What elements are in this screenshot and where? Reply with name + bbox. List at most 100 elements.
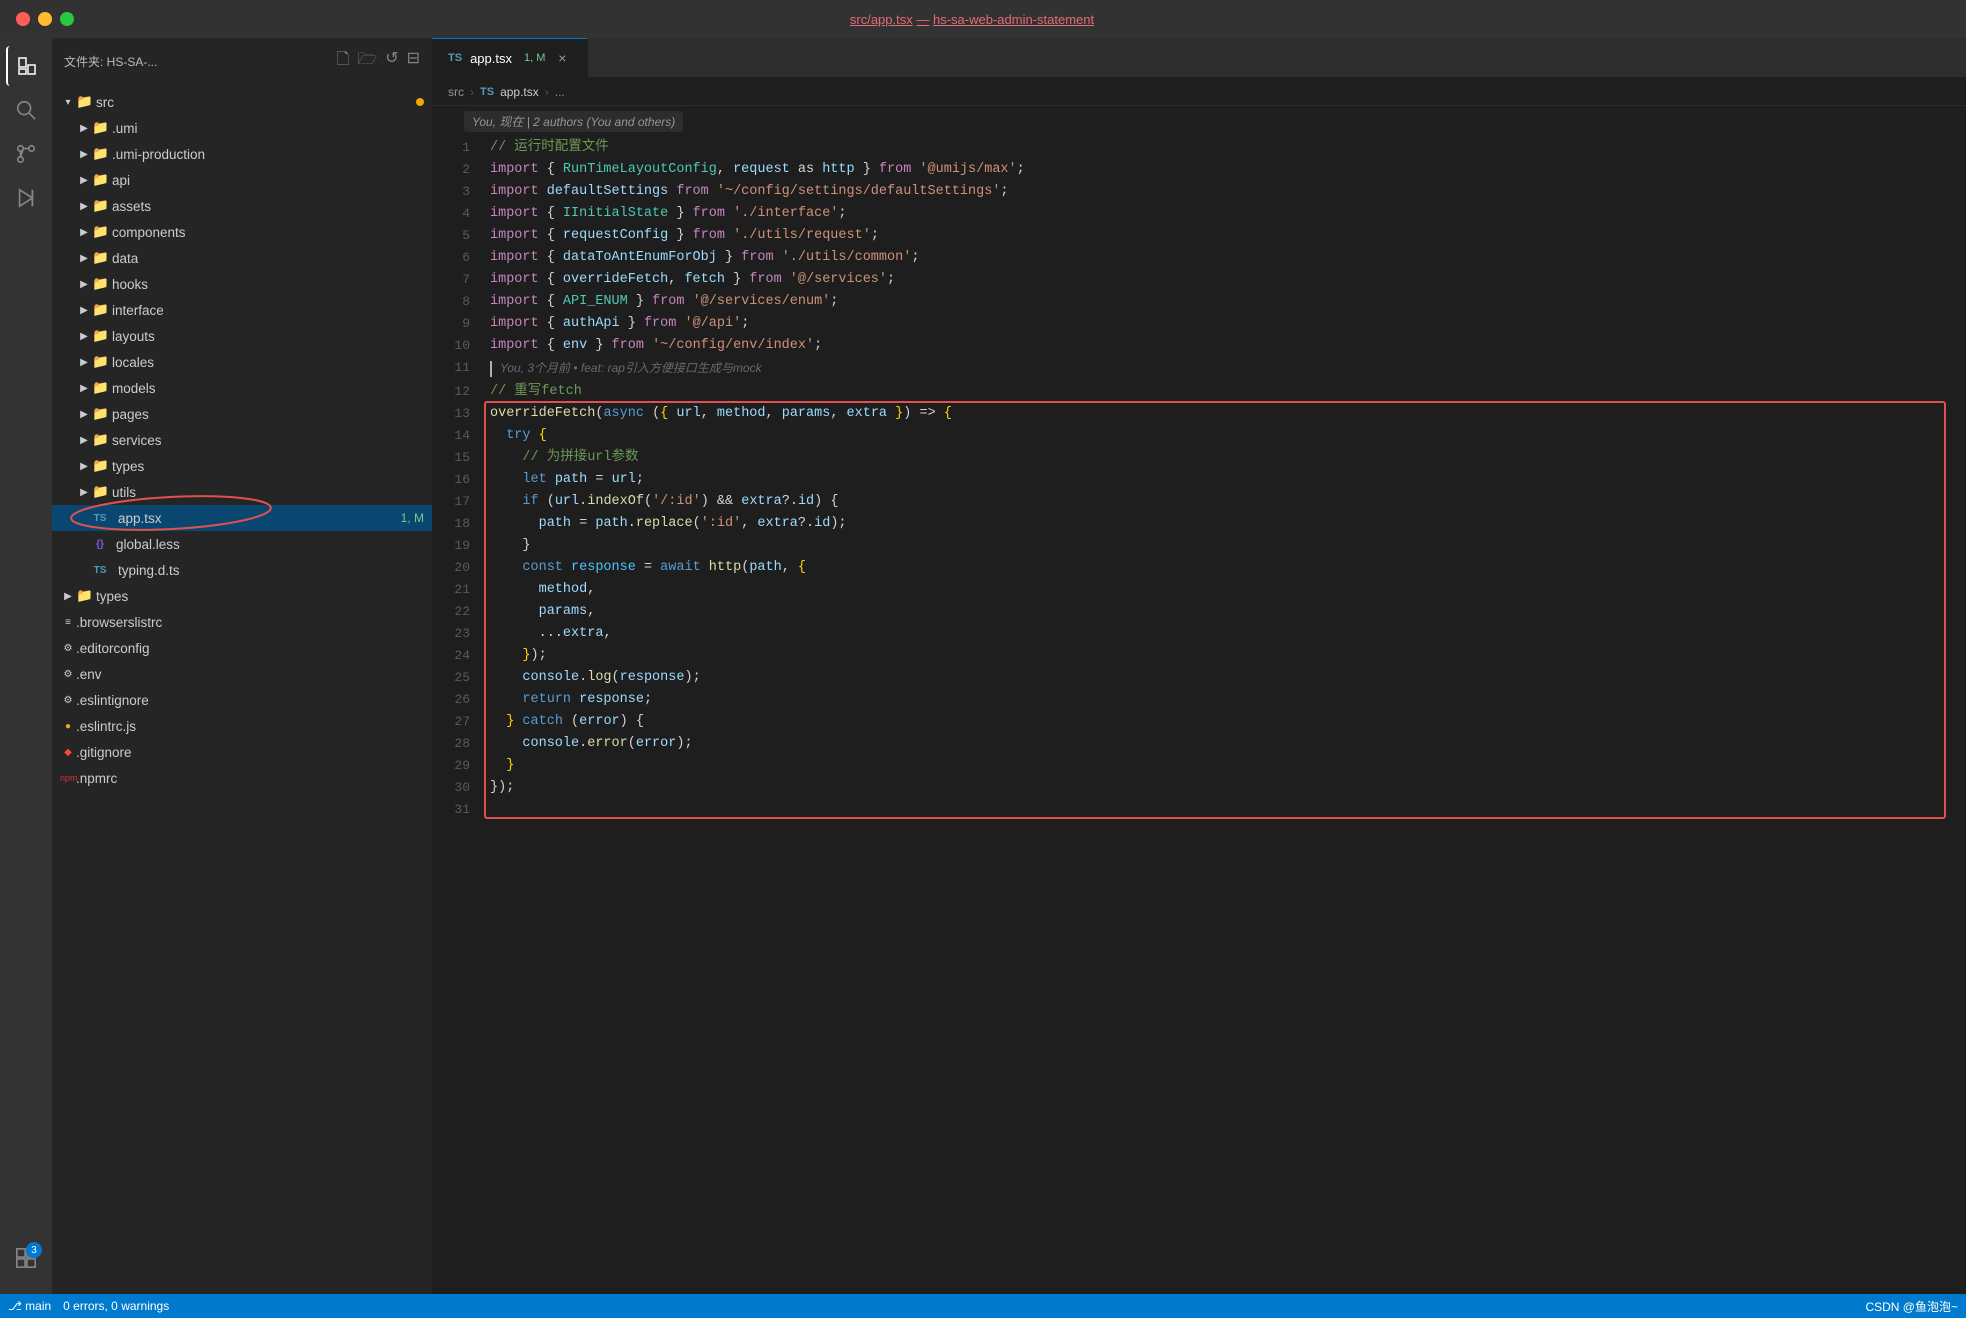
line-content[interactable]: console.error(error);	[482, 733, 1966, 755]
line-content[interactable]: path = path.replace(':id', extra?.id);	[482, 513, 1966, 535]
minimize-button[interactable]	[38, 12, 52, 26]
tree-item-editorconfig[interactable]: ⚙ .editorconfig	[52, 635, 432, 661]
line-number: 6	[432, 247, 482, 269]
line-content[interactable]: }	[482, 755, 1966, 777]
tree-item-data[interactable]: ▶ 📁 data	[52, 245, 432, 271]
maximize-button[interactable]	[60, 12, 74, 26]
line-content[interactable]: import { IInitialState } from './interfa…	[482, 203, 1966, 225]
line-number: 24	[432, 645, 482, 667]
tree-item-hooks[interactable]: ▶ 📁 hooks	[52, 271, 432, 297]
tree-item-umi[interactable]: ▶ 📁 .umi	[52, 115, 432, 141]
line-content[interactable]: });	[482, 645, 1966, 667]
line-content[interactable]: });	[482, 777, 1966, 799]
line-content[interactable]: import defaultSettings from '~/config/se…	[482, 181, 1966, 203]
close-button[interactable]	[16, 12, 30, 26]
line-content[interactable]: import { API_ENUM } from '@/services/enu…	[482, 291, 1966, 313]
folder-icon-layouts: 📁	[92, 328, 108, 344]
line-content[interactable]: import { RunTimeLayoutConfig, request as…	[482, 159, 1966, 181]
line-content[interactable]: if (url.indexOf('/:id') && extra?.id) {	[482, 491, 1966, 513]
activity-explorer[interactable]	[6, 46, 46, 86]
line-content[interactable]: // 重写fetch	[482, 381, 1966, 403]
folder-icon-umi: 📁	[92, 120, 108, 136]
folder-icon-data: 📁	[92, 250, 108, 266]
code-editor[interactable]: 1 // 运行时配置文件 2 import { RunTimeLayoutCon…	[432, 137, 1966, 1294]
line-content[interactable]: params,	[482, 601, 1966, 623]
tree-item-app-tsx[interactable]: TS app.tsx 1, M	[52, 505, 432, 531]
tree-item-npmrc[interactable]: npm .npmrc	[52, 765, 432, 791]
new-file-icon[interactable]: 🗋	[336, 48, 349, 75]
line-content[interactable]: } catch (error) {	[482, 711, 1966, 733]
tab-close-button[interactable]: ×	[553, 49, 571, 67]
line-content[interactable]: method,	[482, 579, 1966, 601]
activity-run[interactable]	[6, 178, 46, 218]
tree-item-layouts[interactable]: ▶ 📁 layouts	[52, 323, 432, 349]
refresh-icon[interactable]: ↺	[385, 48, 398, 75]
line-content[interactable]: return response;	[482, 689, 1966, 711]
activity-search[interactable]	[6, 90, 46, 130]
tree-arrow-hooks: ▶	[76, 279, 92, 290]
table-row: 3 import defaultSettings from '~/config/…	[432, 181, 1966, 203]
line-content[interactable]: // 运行时配置文件	[482, 137, 1966, 159]
line-content[interactable]: console.log(response);	[482, 667, 1966, 689]
tree-label-umi: .umi	[112, 121, 432, 136]
line-content[interactable]: import { overrideFetch, fetch } from '@/…	[482, 269, 1966, 291]
tree-label-global-less: global.less	[116, 537, 432, 552]
line-content[interactable]: You, 3个月前 • feat: rap引入方便接口生成与mock	[482, 357, 1966, 381]
table-row: 27 } catch (error) {	[432, 711, 1966, 733]
status-branch[interactable]: ⎇ main	[8, 1299, 51, 1313]
tree-item-typing[interactable]: TS typing.d.ts	[52, 557, 432, 583]
new-folder-icon[interactable]: 🗁	[357, 48, 377, 75]
line-number: 19	[432, 535, 482, 557]
breadcrumb: src › TS app.tsx › ...	[432, 78, 1966, 106]
tree-item-components[interactable]: ▶ 📁 components	[52, 219, 432, 245]
line-number: 8	[432, 291, 482, 313]
tree-item-services[interactable]: ▶ 📁 services	[52, 427, 432, 453]
line-number: 23	[432, 623, 482, 645]
tree-label-components: components	[112, 225, 432, 240]
line-number: 10	[432, 335, 482, 357]
activity-source-control[interactable]	[6, 134, 46, 174]
tree-item-types[interactable]: ▶ 📁 types	[52, 453, 432, 479]
tree-item-env[interactable]: ⚙ .env	[52, 661, 432, 687]
line-content[interactable]: }	[482, 535, 1966, 557]
line-content[interactable]: import { dataToAntEnumForObj } from './u…	[482, 247, 1966, 269]
line-content[interactable]	[482, 799, 1966, 821]
line-content[interactable]: import { authApi } from '@/api';	[482, 313, 1966, 335]
tree-item-eslintrc[interactable]: ● .eslintrc.js	[52, 713, 432, 739]
title-bar: src/app.tsx — hs-sa-web-admin-statement	[0, 0, 1966, 38]
line-content[interactable]: let path = url;	[482, 469, 1966, 491]
tree-item-api[interactable]: ▶ 📁 api	[52, 167, 432, 193]
tree-item-global-less[interactable]: {} global.less	[52, 531, 432, 557]
line-content[interactable]: import { env } from '~/config/env/index'…	[482, 335, 1966, 357]
tree-item-gitignore[interactable]: ◆ .gitignore	[52, 739, 432, 765]
line-number: 28	[432, 733, 482, 755]
tree-item-locales[interactable]: ▶ 📁 locales	[52, 349, 432, 375]
tree-item-models[interactable]: ▶ 📁 models	[52, 375, 432, 401]
line-content[interactable]: ...extra,	[482, 623, 1966, 645]
tree-item-eslintignore[interactable]: ⚙ .eslintignore	[52, 687, 432, 713]
collapse-icon[interactable]: ⊟	[407, 48, 420, 75]
line-content[interactable]: overrideFetch(async ({ url, method, para…	[482, 403, 1966, 425]
tree-item-interface[interactable]: ▶ 📁 interface	[52, 297, 432, 323]
line-content[interactable]: // 为拼接url参数	[482, 447, 1966, 469]
line-content[interactable]: const response = await http(path, {	[482, 557, 1966, 579]
status-errors: 0 errors, 0 warnings	[63, 1299, 169, 1313]
tree-item-browserslistrc[interactable]: ≡ .browserslistrc	[52, 609, 432, 635]
tree-item-src[interactable]: ▾ 📁 src	[52, 89, 432, 115]
line-number: 26	[432, 689, 482, 711]
tree-item-types-root[interactable]: ▶ 📁 types	[52, 583, 432, 609]
activity-extensions[interactable]: 3	[6, 1238, 46, 1278]
line-content[interactable]: import { requestConfig } from './utils/r…	[482, 225, 1966, 247]
tree-item-assets[interactable]: ▶ 📁 assets	[52, 193, 432, 219]
tree-item-umi-production[interactable]: ▶ 📁 .umi-production	[52, 141, 432, 167]
tab-app-tsx[interactable]: TS app.tsx 1, M ×	[432, 38, 588, 78]
sidebar: 文件夹: HS-SA-... 🗋 🗁 ↺ ⊟ ▾ 📁 src ▶ 📁	[52, 38, 432, 1294]
ts-file-icon: TS	[92, 513, 108, 524]
table-row: 14 try {	[432, 425, 1966, 447]
line-content[interactable]: try {	[482, 425, 1966, 447]
tree-item-pages[interactable]: ▶ 📁 pages	[52, 401, 432, 427]
table-row: 10 import { env } from '~/config/env/ind…	[432, 335, 1966, 357]
tree-item-utils[interactable]: ▶ 📁 utils	[52, 479, 432, 505]
tree-label-gitignore: .gitignore	[76, 745, 432, 760]
status-right: CSDN @鱼泡泡~	[1865, 1298, 1958, 1315]
